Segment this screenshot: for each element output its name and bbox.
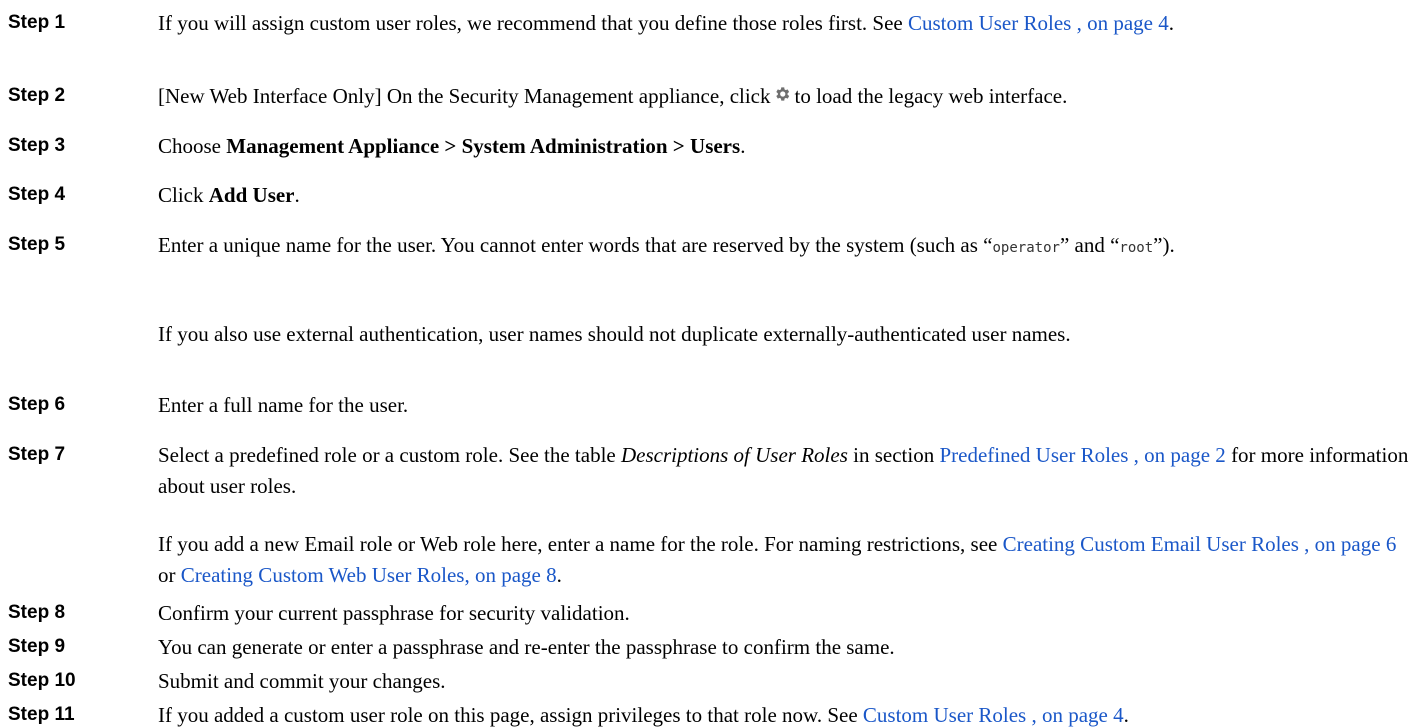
operator-code: operator: [992, 240, 1060, 256]
step-5-text-mid: ” and “: [1059, 233, 1120, 257]
step-3-text: Choose Management Appliance > System Adm…: [158, 133, 1414, 159]
creating-custom-email-roles-link[interactable]: Creating Custom Email User Roles , on pa…: [1003, 532, 1397, 556]
root-code: root: [1119, 240, 1154, 256]
step-7-text-mid: in section: [847, 443, 940, 467]
step-5-text-end: ”).: [1153, 233, 1175, 257]
custom-user-roles-link-2[interactable]: Custom User Roles , on page 4: [863, 703, 1124, 727]
step-7-note: If you add a new Email role or Web role …: [158, 529, 1414, 591]
step-7-text: Select a predefined role or a custom rol…: [158, 440, 1414, 502]
step-1-label: Step 1: [8, 12, 66, 33]
step-2-label: Step 2: [8, 85, 66, 106]
step-7-note-part: If you add a new Email role or Web role …: [158, 532, 1003, 556]
step-7-note-mid: or: [158, 563, 181, 587]
step-3-text-end: .: [740, 134, 746, 158]
step-11-text-end: .: [1123, 703, 1129, 727]
step-7-label: Step 7: [8, 444, 66, 465]
step-11-label: Step 11: [8, 704, 75, 725]
step-3-label: Step 3: [8, 135, 66, 156]
step-2-text-part: [New Web Interface Only] On the Security…: [158, 84, 771, 108]
step-6-label: Step 6: [8, 394, 66, 415]
creating-custom-web-roles-link[interactable]: Creating Custom Web User Roles, on page …: [181, 563, 557, 587]
add-user-label: Add User: [208, 183, 295, 207]
step-6-text: Enter a full name for the user.: [158, 393, 409, 417]
step-11-text: If you added a custom user role on this …: [158, 702, 1414, 728]
step-5-text-part: Enter a unique name for the user. You ca…: [158, 233, 993, 257]
step-4-text-part: Click: [158, 183, 209, 207]
step-8-label: Step 8: [8, 602, 66, 623]
step-7-note-end: .: [556, 563, 562, 587]
step-1-text-end: .: [1168, 11, 1174, 35]
step-9-text: You can generate or enter a passphrase a…: [158, 635, 895, 659]
step-5-text: Enter a unique name for the user. You ca…: [158, 230, 1414, 264]
procedure-document: Step 1 If you will assign custom user ro…: [0, 0, 1424, 727]
step-1-text: If you will assign custom user roles, we…: [158, 8, 1414, 39]
step-2-text: [New Web Interface Only] On the Security…: [158, 83, 1414, 109]
gear-icon: [775, 87, 789, 101]
custom-user-roles-link[interactable]: Custom User Roles , on page 4: [908, 11, 1169, 35]
predefined-user-roles-link[interactable]: Predefined User Roles , on page 2: [939, 443, 1225, 467]
step-9-label: Step 9: [8, 636, 66, 657]
step-5-label: Step 5: [8, 234, 66, 255]
step-4-label: Step 4: [8, 184, 66, 205]
step-4-text-end: .: [294, 183, 300, 207]
step-7-text-part: Select a predefined role or a custom rol…: [158, 443, 621, 467]
step-10-label: Step 10: [8, 670, 76, 691]
step-11-text-part: If you added a custom user role on this …: [158, 703, 863, 727]
step-1-text-part: If you will assign custom user roles, we…: [158, 11, 908, 35]
step-8-text: Confirm your current passphrase for secu…: [158, 601, 630, 625]
step-3-text-part: Choose: [158, 134, 227, 158]
step-5-note: If you also use external authentication,…: [158, 322, 1071, 346]
menu-path: Management Appliance > System Administra…: [226, 134, 741, 158]
step-10-text: Submit and commit your changes.: [158, 669, 446, 693]
table-title: Descriptions of User Roles: [620, 443, 848, 467]
step-2-text-end: to load the legacy web interface.: [794, 84, 1068, 108]
step-4-text: Click Add User.: [158, 182, 1414, 208]
